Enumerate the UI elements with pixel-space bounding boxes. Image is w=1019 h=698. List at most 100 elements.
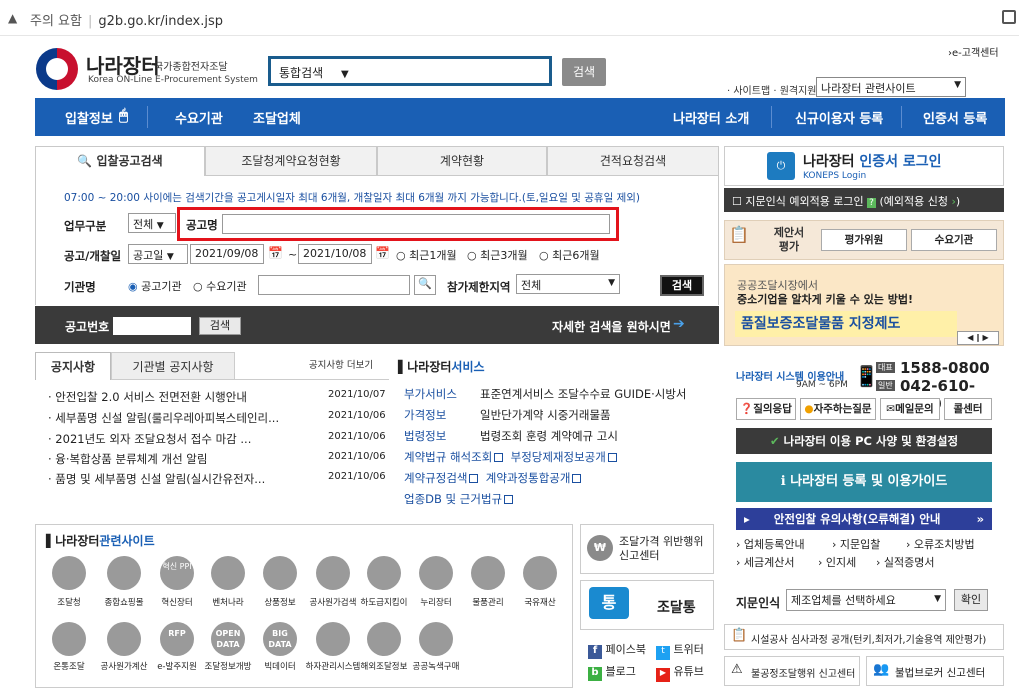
confirm-button[interactable]: 확인 [954,589,988,611]
date-to-input[interactable]: 2021/10/08 [298,244,372,264]
facebook-link[interactable]: f 페이스북 [588,641,646,659]
related-site-icon[interactable] [107,622,141,656]
service-row[interactable]: 부가서비스 표준연계서비스 조달수수료 GUIDE·시방서 [404,386,687,402]
date-from-input[interactable]: 2021/09/08 [190,244,264,264]
related-site-label[interactable]: 종합쇼핑몰 [94,596,154,608]
related-site-label[interactable]: 공사원가계산 [94,660,154,672]
related-site-label[interactable]: 조달정보개방 [198,660,258,672]
list-item[interactable]: · 품명 및 세부품명 신설 알림(실시간유전자... 2021/10/06 [48,471,388,487]
service-row[interactable]: 가격정보 일반단가계약 시중거래물품 [404,407,611,423]
arrow-right-icon[interactable]: ➔ [673,316,685,332]
related-site-label[interactable]: 온통조달 [39,660,99,672]
radio-3month[interactable]: ○ 최근3개월 [467,247,528,263]
search-select[interactable]: 통합검색 ▼ [279,64,349,81]
link-tax-invoice[interactable]: › 세금계산서 [736,554,795,570]
radio-demand-agency[interactable]: ○ 수요기관 [193,278,247,294]
related-site-label[interactable]: 조달청 [39,596,99,608]
youtube-link[interactable]: ▶ 유튜브 [656,663,704,682]
related-site-icon[interactable] [263,556,297,590]
related-site-label[interactable]: 해외조달정보 [354,660,414,672]
related-site-label[interactable]: 상품정보 [250,596,310,608]
related-site-icon[interactable] [107,556,141,590]
related-site-label[interactable]: 국유재산 [510,596,570,608]
agency-input[interactable] [258,275,410,295]
radio-1month[interactable]: ○ 최근1개월 [396,247,457,263]
bid-search-button[interactable]: 검색 [660,275,704,296]
related-site-icon[interactable] [523,556,557,590]
list-item[interactable]: · 융·복합상품 분류체계 개선 알림 2021/10/06 [48,451,388,467]
list-item[interactable]: · 안전입찰 2.0 서비스 전면전환 시행안내 2021/10/07 [48,389,388,405]
fingerprint-login-bar[interactable]: ☐ 지문인식 예외적용 로그인 ? (예외적용 신청 ›) [724,188,1004,212]
service-link-row[interactable]: 업종DB 및 근거법규 [404,491,514,507]
link-stamp-tax[interactable]: › 인지세 [818,554,856,570]
unfair-report-link[interactable]: ⚠ 불공정조달행위 신고센터 [724,656,860,686]
nav-item-supplier[interactable]: 조달업체 [253,108,301,127]
tab-contract-request[interactable]: 조달청계약요청현황 [205,146,377,176]
nav-item-bid-info[interactable]: 입찰정보 [65,108,113,127]
related-site-label[interactable]: 공공녹색구매 [406,660,466,672]
list-item[interactable]: · 세부품명 신설 알림(룰리우레아피복스테인리... 2021/10/06 [48,410,388,426]
nav-item-intro[interactable]: 나라장터 소개 [673,108,749,127]
biz-type-select[interactable]: 전체 ▼ [128,213,176,233]
list-item[interactable]: · 2021년도 외자 조달요청서 접수 마감 ... 2021/10/06 [48,431,388,447]
eval-committee-button[interactable]: 평가위원 [821,229,907,251]
tab-notice[interactable]: 공지사항 [35,352,111,380]
radio-notice-agency[interactable]: ◉ 공고기관 [128,278,182,294]
qna-button[interactable]: ❓질의응답 [736,398,796,420]
search-input[interactable]: 통합검색 ▼ [268,56,552,86]
bid-number-input[interactable] [113,317,191,335]
safe-bid-button[interactable]: ▸ 안전입찰 유의사항(오류해결) 안내» [736,508,992,530]
demand-agency-button[interactable]: 수요기관 [911,229,997,251]
address-text[interactable]: 주의 요함 | g2b.go.kr/index.jsp [30,10,223,29]
related-site-icon[interactable]: RFP [160,622,194,656]
callcenter-button[interactable]: 콜센터 [944,398,992,420]
bid-number-search-button[interactable]: 검색 [199,317,241,335]
related-site-label[interactable]: 물품관리 [458,596,518,608]
related-site-label[interactable]: 누리장터 [406,596,466,608]
related-site-select[interactable]: 나라장터 관련사이트 ▼ [816,77,966,97]
link-company-register[interactable]: › 업체등록안내 [736,536,805,552]
banner-pager[interactable]: ◀ ∥ ▶ [957,331,999,345]
agency-search-icon[interactable]: 🔍 [414,275,436,295]
related-site-icon[interactable] [367,556,401,590]
related-site-icon[interactable] [52,622,86,656]
sitemap-label[interactable]: · 사이트맵 · 원격지원 [727,82,817,97]
related-site-label[interactable]: 하도급지킴이 [354,596,414,608]
pc-spec-button[interactable]: ✔ 나라장터 이용 PC 사양 및 환경설정 [736,428,992,454]
search-button[interactable]: 검색 [562,58,606,86]
tab-agency-notice[interactable]: 기관별 공지사항 [111,352,235,380]
logo-emblem[interactable] [36,48,78,90]
related-site-label[interactable]: 빅데이터 [250,660,310,672]
tab-quote-search[interactable]: 견적요청검색 [547,146,719,176]
service-link-row[interactable]: 계약법규 해석조회 부정당제재정보공개 [404,449,617,465]
twitter-link[interactable]: t 트위터 [656,641,704,660]
related-site-icon[interactable]: 혁신 PPI [160,556,194,590]
related-site-icon[interactable]: OPEN DATA [211,622,245,656]
quality-banner[interactable]: 공공조달시장에서 중소기업을 알차게 키울 수 있는 방법! 품질보증조달물품 … [724,264,1004,346]
related-site-icon[interactable] [211,556,245,590]
radio-6month[interactable]: ○ 최근6개월 [539,247,600,263]
nav-item-cert-register[interactable]: 인증서 등록 [923,108,987,127]
guide-button[interactable]: ℹ 나라장터 등록 및 이용가이드 [736,462,992,502]
region-select[interactable]: 전체 ▼ [516,274,620,294]
email-button[interactable]: ✉메일문의 [880,398,940,420]
date-type-select[interactable]: 공고일 ▼ [128,244,188,264]
fingerprint-checkbox[interactable]: ☐ 지문인식 예외적용 로그인 ? (예외적용 신청 ›) [732,193,960,209]
blog-link[interactable]: b 블로그 [588,663,636,681]
price-report-center[interactable]: ₩ 조달가격 위반행위 신고센터 [580,524,714,574]
related-site-icon[interactable] [316,622,350,656]
link-error-fix[interactable]: › 오류조치방법 [906,536,975,552]
related-site-icon[interactable] [419,622,453,656]
related-site-label[interactable]: 벤처나라 [198,596,258,608]
cert-login-box[interactable]: ⏻ 나라장터 인증서 로그인 KONEPS Login [724,146,1004,186]
related-site-icon[interactable] [52,556,86,590]
related-site-icon[interactable] [316,556,350,590]
faq-button[interactable]: ●자주하는질문 [800,398,876,420]
customer-center-link[interactable]: ›e-고객센터 [948,44,999,59]
related-site-icon[interactable] [419,556,453,590]
nav-item-new-user[interactable]: 신규이용자 등록 [795,108,883,127]
service-row[interactable]: 법령정보 법령조회 훈령 계약예규 고시 [404,428,618,444]
calendar-icon[interactable]: 📅 [268,246,283,260]
broker-report-link[interactable]: 👥 불법브로커 신고센터 [866,656,1004,686]
notice-name-input[interactable] [222,214,610,234]
